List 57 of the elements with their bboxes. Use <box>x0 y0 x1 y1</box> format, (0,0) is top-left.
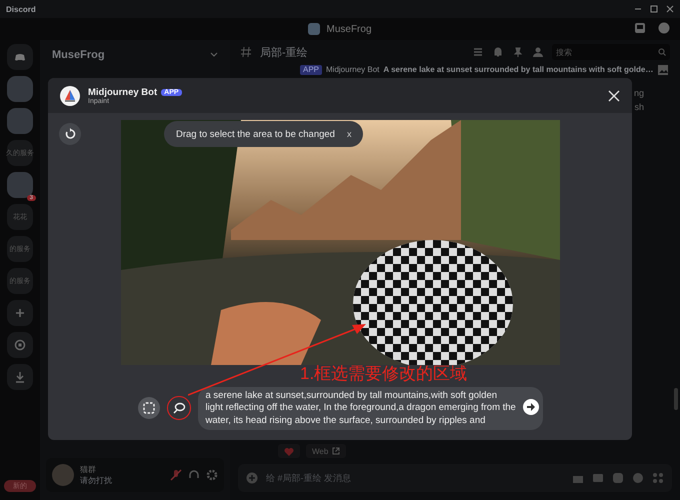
scrollbar[interactable] <box>674 388 678 410</box>
heart-reaction[interactable] <box>278 444 300 458</box>
send-button[interactable] <box>522 398 538 414</box>
annotation-text: 1.框选需要修改的区域 <box>300 363 468 385</box>
hash-icon <box>240 46 252 58</box>
lasso-icon <box>172 401 186 416</box>
members-icon[interactable] <box>532 46 544 58</box>
reset-button[interactable] <box>59 123 81 145</box>
selection-rectangle-icon <box>142 401 156 416</box>
search-icon[interactable] <box>658 48 666 56</box>
download-icon[interactable] <box>14 371 26 383</box>
heart-icon <box>284 446 294 456</box>
hint-tooltip: Drag to select the area to be changed x <box>164 121 364 147</box>
compass-icon[interactable] <box>14 339 26 351</box>
arrow-right-icon <box>526 402 536 412</box>
inbox-icon[interactable] <box>634 22 646 34</box>
user-avatar[interactable] <box>52 464 74 486</box>
message-text-fragment: sh <box>634 101 644 114</box>
image-icon <box>657 64 670 76</box>
message-author[interactable]: Midjourney Bot <box>326 65 380 75</box>
bell-icon[interactable] <box>492 46 504 58</box>
user-status: 请勿打扰 <box>80 475 113 486</box>
external-link-icon <box>332 447 340 455</box>
server-name[interactable]: MuseFrog <box>52 49 105 61</box>
close-icon <box>608 90 620 102</box>
web-button[interactable]: Web <box>306 444 346 458</box>
user-name: 猫群 <box>80 464 97 475</box>
prompt-field[interactable]: a serene lake at sunset,surrounded by tall mountains,with soft golden light reflecting off the water, In the foreground,a dragon emerging from the water, its head rising above the surface, surrounded by ripples and <box>198 386 542 430</box>
message-input[interactable]: 给 #局部-重绘 发消息 <box>238 464 672 492</box>
muted-microphone-icon[interactable] <box>170 469 182 481</box>
threads-icon[interactable] <box>472 46 484 58</box>
app-tag: APP <box>300 65 322 75</box>
bot-name: Midjourney Bot <box>88 86 158 98</box>
photo-placeholder[interactable] <box>120 120 560 365</box>
message-text: A serene lake at sunset surrounded by tall mountains with soft golde… <box>383 65 654 75</box>
chevron-icon[interactable] <box>210 52 218 58</box>
close-button[interactable] <box>608 90 620 102</box>
rotate-icon <box>64 128 76 140</box>
server-avatar[interactable] <box>7 76 33 102</box>
message-text-fragment: ng <box>634 87 644 100</box>
server-avatar[interactable] <box>7 108 33 134</box>
pin-icon[interactable] <box>512 46 524 58</box>
search-field[interactable]: 搜索 <box>552 44 670 60</box>
close-icon[interactable] <box>666 5 674 13</box>
add-icon[interactable] <box>246 472 258 484</box>
server-icon <box>308 23 320 35</box>
settings-icon[interactable] <box>206 469 218 481</box>
app-title: Discord <box>6 4 37 14</box>
add-server-icon[interactable] <box>14 307 26 319</box>
lasso-tool-button[interactable] <box>168 397 190 420</box>
maximize-icon[interactable] <box>650 5 658 13</box>
dismiss-hint[interactable]: x <box>346 129 352 139</box>
apps-icon[interactable] <box>652 472 664 484</box>
server-title: MuseFrog <box>326 24 372 34</box>
rectangle-tool-button[interactable] <box>138 397 160 420</box>
headphones-icon[interactable] <box>188 469 200 481</box>
channel-name: 局部-重绘 <box>260 46 309 60</box>
